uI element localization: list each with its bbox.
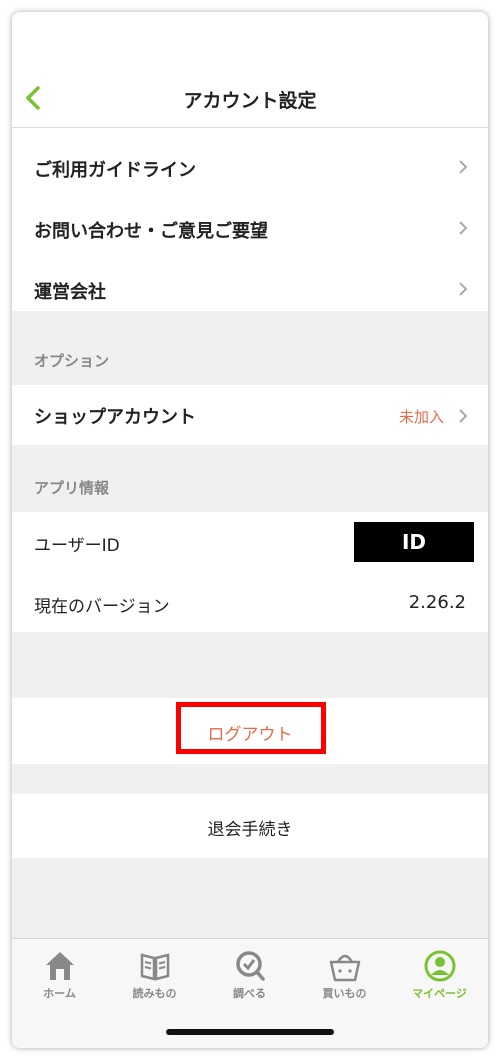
tab-reading[interactable]: 読みもの (107, 939, 202, 1009)
menu-item-company[interactable]: 運営会社 (12, 250, 488, 311)
chevron-right-icon (459, 221, 468, 235)
menu-item-label: ショップアカウント (34, 407, 196, 428)
user-id-value: ID (354, 522, 474, 562)
tab-mypage[interactable]: マイページ (392, 939, 487, 1009)
menu-item-contact[interactable]: お問い合わせ・ご意見ご要望 (12, 189, 488, 250)
tab-label: ホーム (43, 987, 76, 1000)
menu-item-label: 運営会社 (34, 282, 106, 303)
search-icon (236, 951, 265, 981)
tab-bar: ホーム 読みもの 調べる 買いもの マイページ (12, 938, 488, 1048)
tab-search[interactable]: 調べる (202, 939, 297, 1009)
app-info-group: ユーザーID ID 現在のバージョン 2.26.2 (12, 512, 488, 632)
menu-item-label: お問い合わせ・ご意見ご要望 (34, 221, 268, 242)
section-header-option: オプション (34, 352, 110, 370)
version-value: 2.26.2 (408, 592, 466, 613)
chevron-right-icon (459, 160, 468, 174)
user-id-label: ユーザーID (34, 536, 120, 556)
section-header-app-info: アプリ情報 (34, 479, 110, 497)
chevron-right-icon (459, 409, 468, 423)
tab-shopping[interactable]: 買いもの (297, 939, 392, 1009)
tab-label: 調べる (233, 987, 266, 1000)
home-icon (46, 952, 74, 980)
tab-label: 読みもの (132, 987, 177, 1000)
basket-icon (329, 954, 361, 982)
phone-screen: アカウント設定 ご利用ガイドライン お問い合わせ・ご意見ご要望 運営会社 オプシ… (12, 12, 488, 1048)
tab-label: マイページ (412, 987, 467, 1000)
status-badge: 未加入 (398, 408, 444, 426)
menu-item-shop-account[interactable]: ショップアカウント 未加入 (12, 385, 488, 445)
header: アカウント設定 (12, 12, 488, 128)
version-label: 現在のバージョン (34, 597, 170, 617)
tab-label: 買いもの (322, 987, 367, 1000)
user-icon (424, 950, 456, 982)
highlight-box (176, 702, 326, 754)
page-title: アカウント設定 (183, 90, 317, 112)
home-indicator (166, 1029, 334, 1035)
menu-item-label: ご利用ガイドライン (34, 160, 196, 181)
withdraw-row: 退会手続き (12, 794, 488, 858)
tab-home[interactable]: ホーム (12, 939, 107, 1009)
withdraw-button[interactable]: 退会手続き (12, 815, 488, 840)
menu-group: ご利用ガイドライン お問い合わせ・ご意見ご要望 運営会社 (12, 128, 488, 311)
menu-item-guideline[interactable]: ご利用ガイドライン (12, 128, 488, 189)
book-icon (140, 953, 170, 981)
chevron-right-icon (459, 282, 468, 296)
